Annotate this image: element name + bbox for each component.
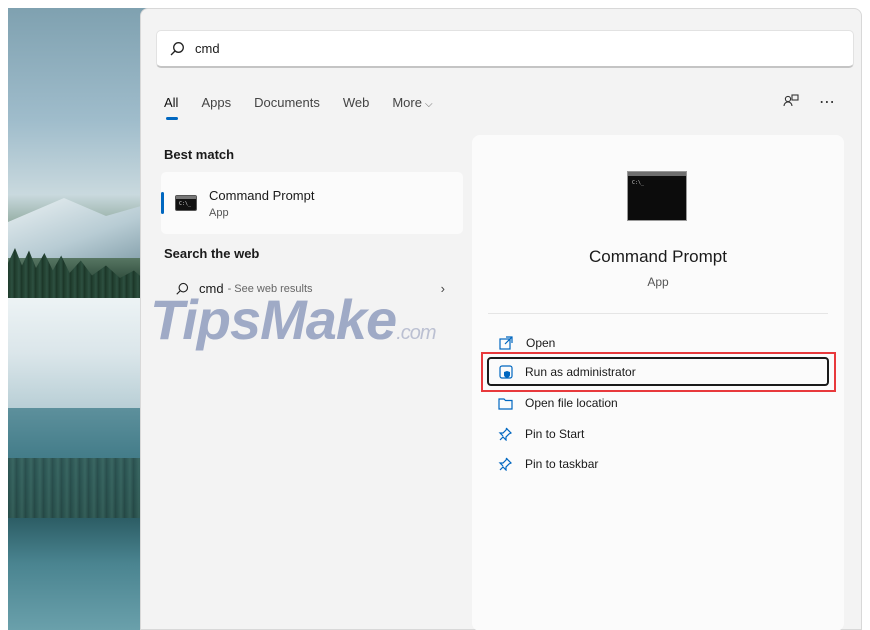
action-open-file-location-label: Open file location bbox=[525, 396, 618, 410]
desktop-wallpaper bbox=[8, 8, 148, 630]
account-switch-icon[interactable] bbox=[783, 94, 799, 110]
search-query[interactable]: cmd bbox=[195, 41, 220, 56]
action-run-as-admin[interactable]: Run as administrator bbox=[487, 357, 829, 386]
command-prompt-icon: C:\_ bbox=[175, 195, 197, 211]
action-open-file-location[interactable]: Open file location bbox=[497, 393, 618, 413]
action-pin-to-taskbar[interactable]: Pin to taskbar bbox=[497, 454, 598, 474]
open-icon bbox=[498, 336, 514, 350]
divider bbox=[488, 313, 828, 314]
action-pin-to-taskbar-label: Pin to taskbar bbox=[525, 457, 599, 471]
tab-apps[interactable]: Apps bbox=[201, 95, 231, 110]
top-right-icons: ⋯ bbox=[783, 92, 836, 112]
action-pin-to-start-label: Pin to Start bbox=[525, 427, 585, 441]
wallpaper-snow bbox=[8, 298, 148, 408]
action-run-as-admin-label: Run as administrator bbox=[525, 364, 636, 379]
tab-all[interactable]: All bbox=[164, 95, 179, 120]
watermark-brand: TipsMake bbox=[150, 288, 397, 351]
pin-icon bbox=[497, 457, 513, 471]
best-match-type: App bbox=[209, 206, 229, 219]
preview-app-name: Command Prompt bbox=[589, 247, 727, 266]
best-match-name: Command Prompt bbox=[209, 187, 315, 203]
folder-icon bbox=[497, 397, 513, 410]
best-match-heading: Best match bbox=[164, 147, 235, 162]
watermark-tld: .com bbox=[396, 322, 436, 344]
pin-icon bbox=[497, 427, 513, 441]
chevron-right-icon[interactable]: › bbox=[441, 281, 445, 296]
search-web-heading: Search the web bbox=[164, 246, 260, 261]
search-input[interactable]: cmd bbox=[156, 30, 854, 68]
selection-indicator bbox=[161, 192, 164, 214]
tab-more[interactable]: More ⌵ bbox=[392, 95, 432, 110]
preview-app-type: App bbox=[647, 275, 669, 289]
action-pin-to-start[interactable]: Pin to Start bbox=[497, 424, 584, 444]
filter-tabs: All Apps Documents Web More ⌵ bbox=[164, 95, 456, 120]
tab-more-label: More bbox=[392, 95, 422, 110]
watermark-logo: TipsMake.com bbox=[150, 287, 437, 352]
best-match-item[interactable]: C:\_ Command Prompt App bbox=[161, 172, 463, 234]
wallpaper-mountain bbox=[8, 198, 148, 258]
action-open[interactable]: Open bbox=[498, 333, 555, 353]
tab-documents[interactable]: Documents bbox=[254, 95, 320, 110]
search-icon bbox=[170, 41, 184, 55]
wallpaper-lake bbox=[8, 408, 148, 630]
tab-web[interactable]: Web bbox=[343, 95, 370, 110]
chevron-down-icon: ⌵ bbox=[424, 99, 433, 110]
action-open-label: Open bbox=[526, 336, 556, 350]
wallpaper-reflection bbox=[8, 458, 148, 518]
shield-icon bbox=[499, 364, 513, 379]
more-options-icon[interactable]: ⋯ bbox=[819, 92, 836, 112]
command-prompt-large-icon: C:\_ bbox=[627, 171, 687, 221]
